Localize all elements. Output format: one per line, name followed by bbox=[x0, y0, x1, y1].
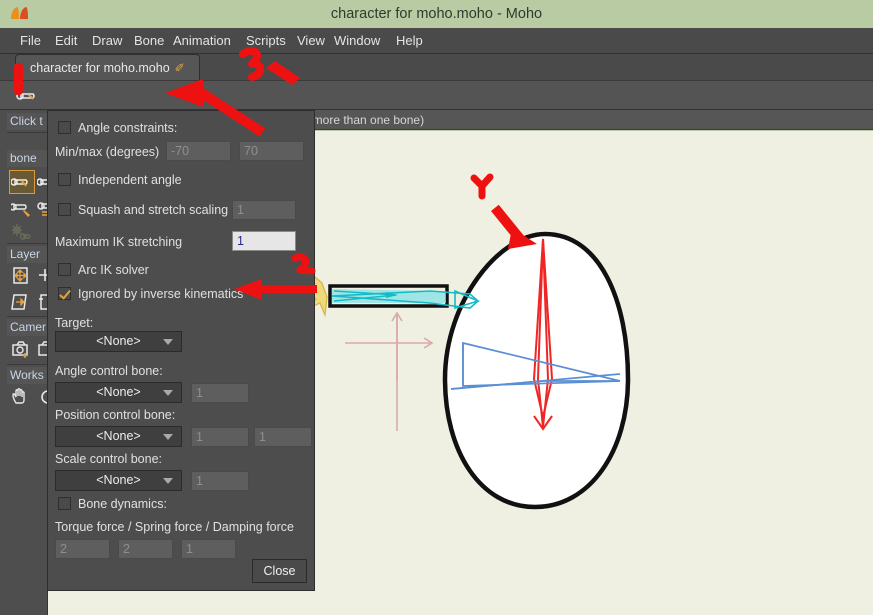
scale-control-combo[interactable]: <None> bbox=[55, 470, 182, 491]
sidebar-group-header-camera: Camer bbox=[7, 319, 48, 336]
position-control-combo[interactable]: <None> bbox=[55, 426, 182, 447]
position-control-scalar-y-input[interactable]: 1 bbox=[254, 427, 312, 447]
menu-scripts[interactable]: Scripts bbox=[239, 28, 293, 54]
independent-angle-checkbox[interactable] bbox=[58, 173, 71, 186]
document-tab-label: character for moho.moho bbox=[30, 61, 170, 75]
chevron-down-icon bbox=[163, 339, 173, 345]
menu-animation[interactable]: Animation bbox=[166, 28, 238, 54]
sidebar-group-header-bone: bone bbox=[7, 150, 48, 167]
scale-control-scalar-value: 1 bbox=[196, 474, 203, 488]
independent-angle-label: Independent angle bbox=[78, 173, 182, 187]
bind-points-icon[interactable] bbox=[11, 222, 33, 242]
position-control-scalar-x-input[interactable]: 1 bbox=[191, 427, 249, 447]
bone-dynamics-label: Bone dynamics: bbox=[78, 497, 167, 511]
sidebar-divider bbox=[7, 132, 48, 133]
target-value: <None> bbox=[96, 334, 141, 348]
chevron-down-icon bbox=[163, 478, 173, 484]
ignored-ik-label: Ignored by inverse kinematics bbox=[78, 287, 244, 301]
forces-label: Torque force / Spring force / Damping fo… bbox=[55, 520, 295, 534]
select-bone-icon[interactable] bbox=[11, 172, 33, 192]
squash-stretch-value: 1 bbox=[237, 203, 244, 217]
target-label: Target: bbox=[55, 316, 94, 330]
pan-workspace-icon[interactable] bbox=[11, 387, 33, 407]
angle-control-combo[interactable]: <None> bbox=[55, 382, 182, 403]
menu-edit[interactable]: Edit bbox=[48, 28, 84, 54]
edit-pencil-icon: ✐ bbox=[174, 61, 185, 75]
max-ik-input[interactable]: 1 bbox=[232, 231, 296, 251]
squash-stretch-checkbox[interactable] bbox=[58, 203, 71, 216]
angle-control-value: <None> bbox=[96, 385, 141, 399]
title-bar: character for moho.moho - Moho bbox=[0, 0, 873, 28]
sidebar-group-header-click: Click t bbox=[7, 113, 48, 130]
moho-application-window: character for moho.moho - Moho File Edit… bbox=[0, 0, 873, 615]
status-hint-text: ct more than one bone) bbox=[300, 113, 425, 127]
bone-dynamics-checkbox[interactable] bbox=[58, 497, 71, 510]
angle-constraints-checkbox[interactable] bbox=[58, 121, 71, 134]
manipulate-bone-icon[interactable] bbox=[11, 198, 33, 218]
menu-window[interactable]: Window bbox=[327, 28, 387, 54]
angle-control-scalar-value: 1 bbox=[196, 386, 203, 400]
position-control-scalar-y-value: 1 bbox=[259, 430, 266, 444]
angle-control-scalar-input[interactable]: 1 bbox=[191, 383, 249, 403]
position-control-label: Position control bone: bbox=[55, 408, 176, 422]
damping-force-value: 1 bbox=[186, 542, 193, 556]
max-ik-value: 1 bbox=[237, 234, 244, 248]
tool-sidebar: Click t bone Layer Camer Works bbox=[0, 110, 55, 615]
position-control-value: <None> bbox=[96, 429, 141, 443]
minmax-label: Min/max (degrees) bbox=[55, 145, 160, 159]
min-angle-input[interactable]: -70 bbox=[166, 141, 231, 161]
arc-ik-checkbox[interactable] bbox=[58, 263, 71, 276]
squash-stretch-label: Squash and stretch scaling bbox=[78, 203, 229, 217]
menu-bone[interactable]: Bone bbox=[127, 28, 171, 54]
menu-help[interactable]: Help bbox=[389, 28, 430, 54]
bone-tool-icon[interactable] bbox=[16, 86, 42, 106]
target-combo[interactable]: <None> bbox=[55, 331, 182, 352]
torque-force-input[interactable]: 2 bbox=[55, 539, 110, 559]
squash-stretch-input[interactable]: 1 bbox=[232, 200, 296, 220]
angle-constraints-label: Angle constraints: bbox=[78, 121, 178, 135]
scale-control-label: Scale control bone: bbox=[55, 452, 163, 466]
torque-force-value: 2 bbox=[60, 542, 67, 556]
arc-ik-label: Arc IK solver bbox=[78, 263, 149, 277]
damping-force-input[interactable]: 1 bbox=[181, 539, 236, 559]
menu-file[interactable]: File bbox=[13, 28, 48, 54]
sidebar-divider bbox=[7, 316, 48, 317]
window-title: character for moho.moho - Moho bbox=[330, 6, 543, 22]
chevron-down-icon bbox=[163, 390, 173, 396]
menu-view[interactable]: View bbox=[290, 28, 332, 54]
bone-constraints-dialog: Angle constraints: Min/max (degrees) -70… bbox=[47, 110, 315, 591]
ignored-ik-checkbox[interactable] bbox=[58, 287, 71, 300]
rotate-layer-icon[interactable] bbox=[11, 292, 33, 312]
min-angle-value: -70 bbox=[171, 144, 190, 158]
origin-cross-icon bbox=[345, 311, 434, 431]
spring-force-input[interactable]: 2 bbox=[118, 539, 173, 559]
document-tab[interactable]: character for moho.moho ✐ bbox=[15, 54, 200, 80]
max-angle-input[interactable]: 70 bbox=[239, 141, 304, 161]
sidebar-divider bbox=[7, 364, 48, 365]
angle-control-label: Angle control bone: bbox=[55, 364, 163, 378]
max-ik-label: Maximum IK stretching bbox=[55, 235, 183, 249]
track-camera-icon[interactable] bbox=[11, 339, 33, 359]
scale-control-value: <None> bbox=[96, 473, 141, 487]
close-button[interactable]: Close bbox=[252, 559, 307, 583]
position-control-scalar-x-value: 1 bbox=[196, 430, 203, 444]
scale-control-scalar-input[interactable]: 1 bbox=[191, 471, 249, 491]
menu-draw[interactable]: Draw bbox=[85, 28, 129, 54]
menu-bar: File Edit Draw Bone Animation Scripts Vi… bbox=[0, 28, 873, 54]
sidebar-group-header-workspace: Works bbox=[7, 367, 48, 384]
tool-options-bar: Bone Constraints Select Bone B2 Lock bon… bbox=[0, 80, 873, 199]
translate-layer-icon[interactable] bbox=[11, 266, 33, 286]
max-angle-value: 70 bbox=[244, 144, 258, 158]
spring-force-value: 2 bbox=[123, 542, 130, 556]
chevron-down-icon bbox=[163, 434, 173, 440]
sidebar-group-header-layer: Layer bbox=[7, 246, 48, 263]
head-shape bbox=[442, 231, 631, 510]
sidebar-divider bbox=[7, 243, 48, 244]
